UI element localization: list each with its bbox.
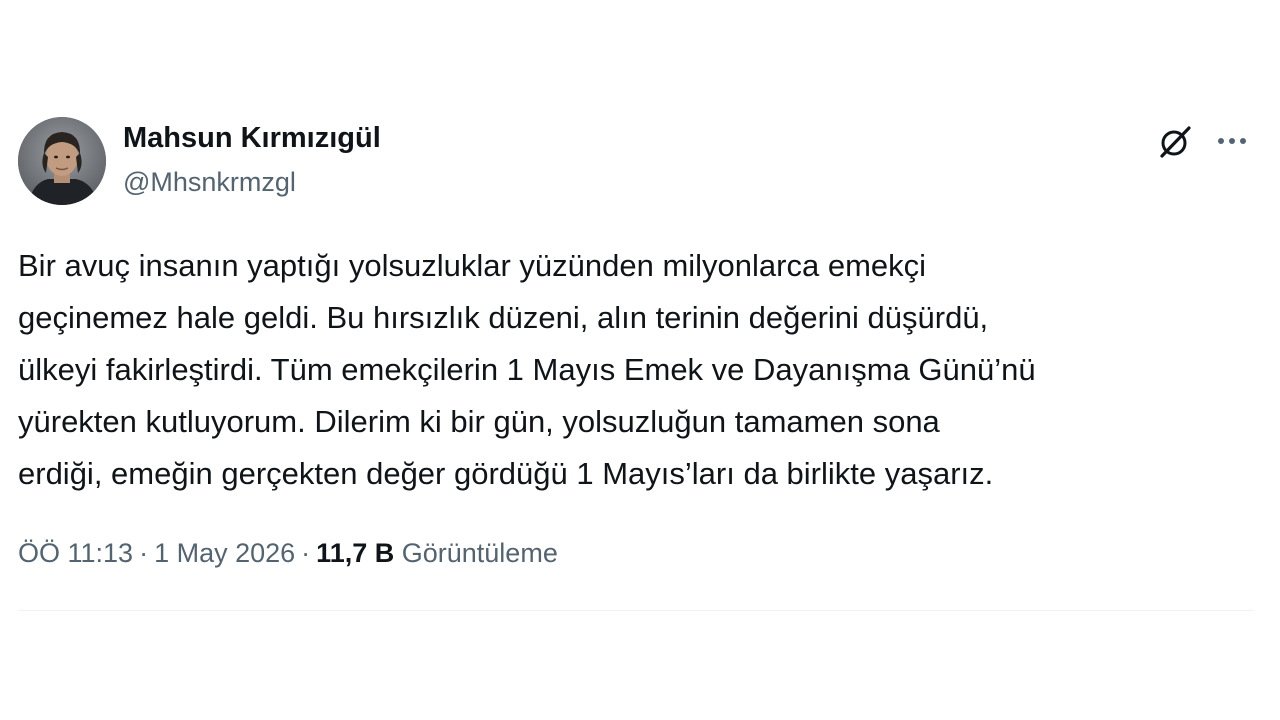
tweet-time[interactable]: ÖÖ 11:13 [18,538,133,568]
author-handle[interactable]: @Mhsnkrmzgl [123,167,296,198]
views-label: Görüntüleme [401,538,558,568]
tweet-text-line: Bir avuç insanın yaptığı yolsuzluklar yü… [18,248,927,283]
tweet-text-line: geçinemez hale geldi. Bu hırsızlık düzen… [18,300,989,335]
tweet-metadata: ÖÖ 11:13 · 1 May 2026 · 11,7 B Görüntüleme [18,535,558,571]
views-count: 11,7 B [316,538,395,568]
divider [18,610,1254,611]
tweet-card: Mahsun Kırmızıgül @Mhsnkrmzgl Bir avuç i… [0,0,1280,720]
separator: · [139,538,149,568]
avatar-image [18,117,106,205]
tweet-text-line: erdiği, emeğin gerçekten değer gördüğü 1… [18,456,994,491]
tweet-text-line: yürekten kutluyorum. Dilerim ki bir gün,… [18,404,940,439]
grok-icon[interactable] [1156,123,1194,161]
tweet-date[interactable]: 1 May 2026 [154,538,295,568]
tweet-text-line: ülkeyi fakirleştirdi. Tüm emekçilerin 1 … [18,352,1036,387]
more-icon[interactable] [1214,126,1250,156]
tweet-text: Bir avuç insanın yaptığı yolsuzluklar yü… [18,240,1268,500]
avatar[interactable] [18,117,106,205]
author-name[interactable]: Mahsun Kırmızıgül [123,122,381,155]
separator: · [301,538,311,568]
